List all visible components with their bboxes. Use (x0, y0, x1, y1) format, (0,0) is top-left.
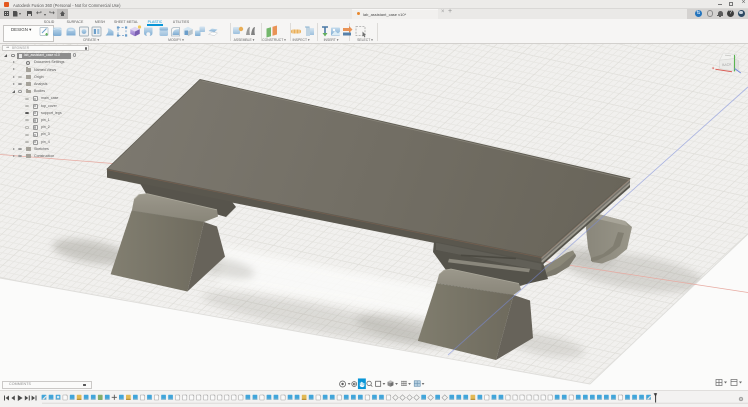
svg-text:BACK: BACK (722, 62, 732, 67)
